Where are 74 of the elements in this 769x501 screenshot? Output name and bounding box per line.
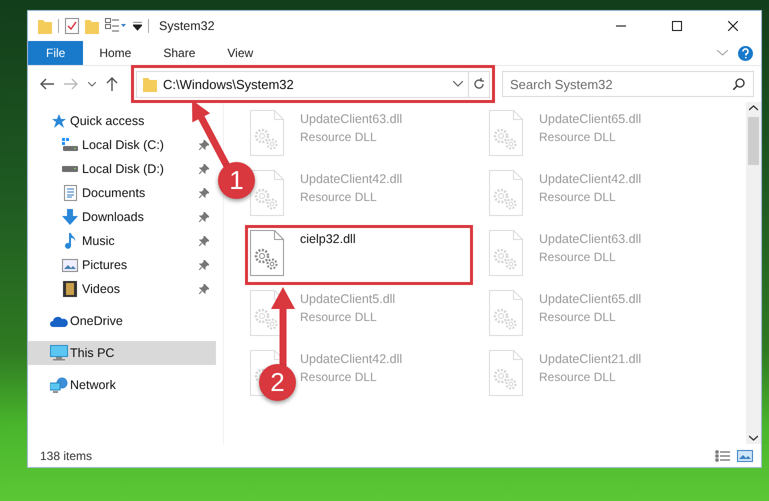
up-arrow-icon[interactable] [106,77,118,91]
nav-item[interactable]: Pictures [28,253,216,277]
pin-icon[interactable] [199,236,209,246]
nav-item[interactable]: Videos [28,277,216,301]
back-arrow-icon[interactable] [40,78,54,90]
nav-item[interactable]: Music [28,229,216,253]
pin-icon[interactable] [199,188,209,198]
recent-caret-icon[interactable] [88,82,96,86]
file-type: Resource DLL [539,190,617,204]
ribbon-tab[interactable]: Home [83,41,148,65]
nav-item[interactable]: OneDrive [28,309,216,333]
star-icon [51,113,67,129]
expand-ribbon-caret-icon[interactable] [717,50,728,56]
file-type: Resource DLL [539,310,617,324]
ribbon-tab[interactable]: View [211,41,270,65]
search-field[interactable]: Search System32 [502,71,754,97]
monitor-icon [50,345,68,361]
large-icons-view-icon[interactable] [737,450,753,462]
nav-item[interactable]: Local Disk (C:) [28,133,216,157]
view-menu-icon[interactable] [105,18,127,34]
item-count: 138 items [40,448,92,462]
pin-icon[interactable] [199,260,209,270]
nav-item[interactable]: Local Disk (D:) [28,157,216,181]
file-type: Resource DLL [300,190,378,204]
pin-icon[interactable] [199,212,209,222]
gear-file-icon [250,110,284,156]
drive-icon [62,138,78,152]
nav-item[interactable]: This PC [28,341,216,365]
file-type: Resource DLL [539,130,617,144]
music-note-icon [64,233,76,249]
nav-item[interactable]: Downloads [28,205,216,229]
file-type: Resource DLL [300,130,378,144]
file-type: Resource DLL [539,370,617,384]
close-icon[interactable] [728,21,738,31]
refresh-icon[interactable] [473,78,485,90]
scroll-down-icon[interactable] [749,435,758,441]
download-arrow-icon [62,209,78,225]
gear-file-icon [250,230,284,276]
picture-icon [62,258,78,272]
pin-icon[interactable] [199,284,209,294]
details-view-icon[interactable] [715,450,731,462]
search-icon[interactable] [733,78,745,90]
network-icon [50,377,68,393]
maximize-icon[interactable] [672,21,682,31]
dropdown-caret-icon[interactable] [453,81,463,87]
pin-icon[interactable] [199,140,209,150]
cloud-icon [50,316,68,326]
window-title: System32 [159,19,216,33]
scroll-thumb[interactable] [748,117,759,165]
gear-file-icon [250,170,284,216]
help-icon[interactable] [738,46,753,60]
gear-file-icon [489,110,523,156]
ribbon-tab[interactable]: Share [147,41,212,65]
gear-file-icon [489,230,523,276]
nav-item[interactable]: Network [28,373,216,397]
scroll-up-icon[interactable] [749,105,758,111]
scrollbar[interactable] [746,102,761,444]
gear-file-icon [489,170,523,216]
ribbon-tab[interactable]: File [28,41,84,65]
gear-file-icon [489,350,523,396]
drive-icon [62,166,78,172]
film-icon [63,281,77,297]
file-type: Resource DLL [539,250,617,264]
customize-caret-icon[interactable] [133,22,142,30]
gear-file-icon [489,290,523,336]
address-bar[interactable]: C:\Windows\System32 [136,70,490,98]
file-name[interactable]: cielp32.dll [300,232,356,246]
document-icon [64,185,76,201]
file-type: Resource DLL [300,310,378,324]
nav-item[interactable]: Quick access [28,109,216,133]
pin-icon[interactable] [199,164,209,174]
nav-item[interactable]: Documents [28,181,216,205]
checklist-icon[interactable] [65,18,79,34]
file-type: Resource DLL [300,370,378,384]
